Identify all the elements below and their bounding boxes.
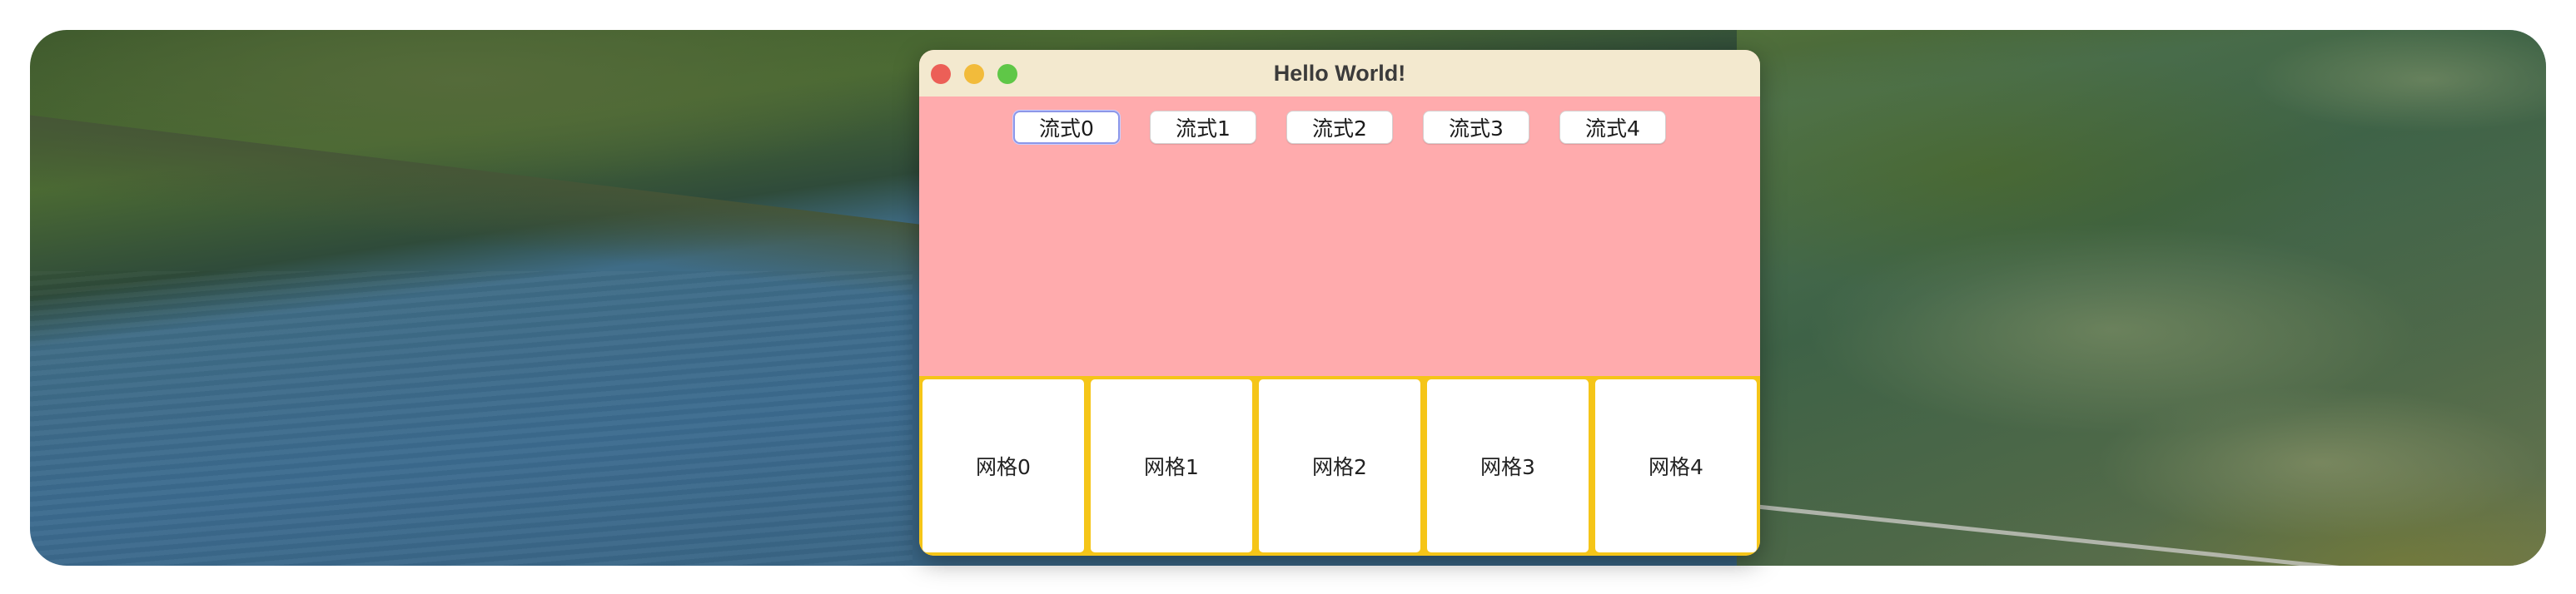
grid-panel: 网格0 网格1 网格2 网格3 网格4 — [919, 376, 1760, 556]
grid-cell-3[interactable]: 网格3 — [1427, 379, 1589, 552]
flow-button-2[interactable]: 流式2 — [1286, 111, 1393, 144]
flow-button-3[interactable]: 流式3 — [1423, 111, 1529, 144]
app-window: Hello World! 流式0 流式1 流式2 流式3 流式4 网格0 网格1… — [919, 50, 1760, 556]
title-bar[interactable]: Hello World! — [919, 50, 1760, 97]
flow-button-row: 流式0 流式1 流式2 流式3 流式4 — [919, 111, 1760, 144]
flow-button-1[interactable]: 流式1 — [1150, 111, 1256, 144]
grid-cell-0[interactable]: 网格0 — [922, 379, 1084, 552]
wallpaper-hills — [1737, 30, 2546, 566]
flow-panel: 流式0 流式1 流式2 流式3 流式4 — [919, 97, 1760, 376]
wallpaper-ocean — [30, 271, 913, 566]
grid-cell-2[interactable]: 网格2 — [1259, 379, 1420, 552]
grid-cell-1[interactable]: 网格1 — [1091, 379, 1252, 552]
flow-button-4[interactable]: 流式4 — [1559, 111, 1666, 144]
grid-cell-4[interactable]: 网格4 — [1595, 379, 1757, 552]
window-title: Hello World! — [1273, 61, 1406, 86]
flow-button-0[interactable]: 流式0 — [1013, 111, 1120, 144]
